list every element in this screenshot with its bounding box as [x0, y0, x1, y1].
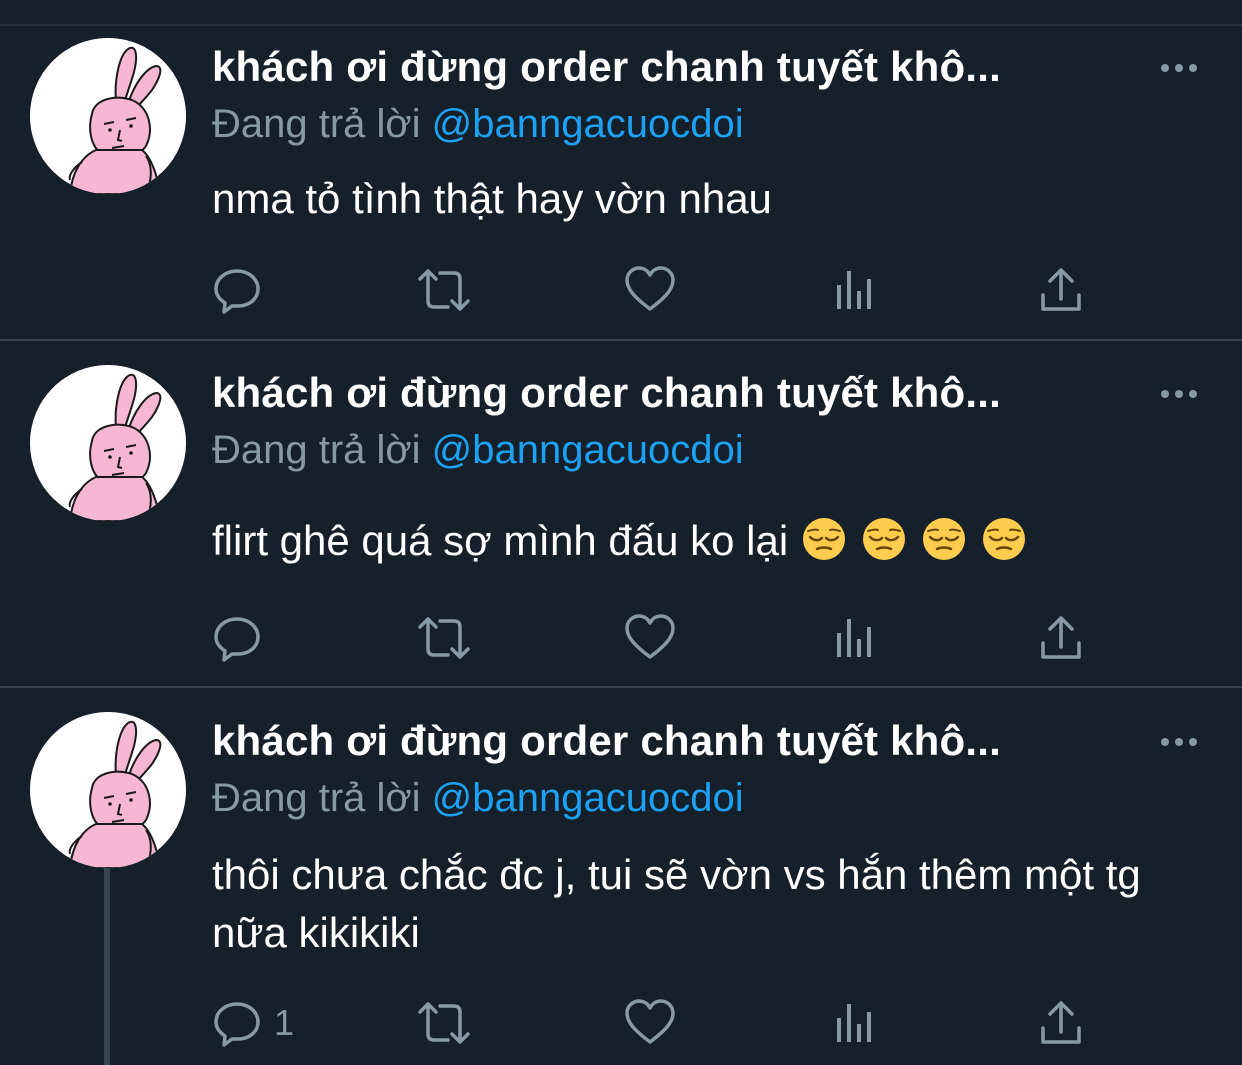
action-bar: [0, 265, 1242, 315]
avatar[interactable]: [30, 365, 186, 521]
author-name[interactable]: khách ơi đừng order chanh tuyết khô...: [212, 42, 1001, 92]
action-bar: [0, 613, 1242, 663]
tweet-text-content: nma tỏ tình thật hay vờn nhau: [212, 175, 772, 222]
bunny-avatar-icon: [30, 365, 186, 521]
more-horizontal-icon[interactable]: [1155, 56, 1203, 80]
share-upload-icon[interactable]: [1038, 613, 1084, 663]
more-horizontal-icon[interactable]: [1155, 730, 1203, 754]
pensive-face-emoji: [922, 517, 967, 561]
reply-bubble-icon[interactable]: [212, 613, 262, 663]
pensive-face-emoji: [982, 517, 1027, 561]
tweet-text: thôi chưa chắc đc j, tui sẽ vờn vs hắn t…: [212, 846, 1172, 962]
reply-handle-link[interactable]: @banngacuocdoi: [432, 102, 744, 146]
pensive-face-emoji: [862, 517, 907, 561]
heart-icon[interactable]: [624, 265, 676, 315]
pensive-face-emoji: [802, 517, 847, 561]
author-name[interactable]: khách ơi đừng order chanh tuyết khô...: [212, 716, 1001, 766]
top-edge: [0, 0, 1242, 26]
analytics-bars-icon[interactable]: [834, 998, 878, 1048]
share-upload-icon[interactable]: [1038, 998, 1084, 1048]
tweet-text-content: flirt ghê quá sợ mình đấu ko lại: [212, 517, 789, 564]
divider: [0, 339, 1242, 341]
analytics-bars-icon[interactable]: [834, 613, 878, 663]
bunny-avatar-icon: [30, 38, 186, 194]
avatar[interactable]: [30, 38, 186, 194]
replying-to: Đang trả lời @banngacuocdoi: [212, 774, 744, 822]
reply-prefix: Đang trả lời: [212, 776, 421, 820]
tweet-text-content: thôi chưa chắc đc j, tui sẽ vờn vs hắn t…: [212, 851, 1141, 956]
divider: [0, 686, 1242, 688]
replying-to: Đang trả lời @banngacuocdoi: [212, 426, 744, 474]
tweet-text: nma tỏ tình thật hay vờn nhau: [212, 170, 1212, 228]
bunny-avatar-icon: [30, 712, 186, 868]
reply-prefix: Đang trả lời: [212, 102, 421, 146]
avatar[interactable]: [30, 712, 186, 868]
reply-prefix: Đang trả lời: [212, 428, 421, 472]
reply-handle-link[interactable]: @banngacuocdoi: [432, 776, 744, 820]
author-name[interactable]: khách ơi đừng order chanh tuyết khô...: [212, 368, 1001, 418]
replying-to: Đang trả lời @banngacuocdoi: [212, 100, 744, 148]
more-horizontal-icon[interactable]: [1155, 382, 1203, 406]
share-upload-icon[interactable]: [1038, 265, 1084, 315]
retweet-icon[interactable]: [414, 265, 474, 315]
retweet-icon[interactable]: [414, 998, 474, 1048]
tweet-text: flirt ghê quá sợ mình đấu ko lại: [212, 512, 1212, 570]
reply-count: 1: [274, 1002, 295, 1043]
heart-icon[interactable]: [624, 613, 676, 663]
analytics-bars-icon[interactable]: [834, 265, 878, 315]
action-bar: 1: [0, 998, 1242, 1048]
retweet-icon[interactable]: [414, 613, 474, 663]
heart-icon[interactable]: [624, 998, 676, 1048]
reply-bubble-icon[interactable]: [212, 265, 262, 315]
reply-handle-link[interactable]: @banngacuocdoi: [432, 428, 744, 472]
reply-bubble-icon[interactable]: [212, 998, 262, 1048]
